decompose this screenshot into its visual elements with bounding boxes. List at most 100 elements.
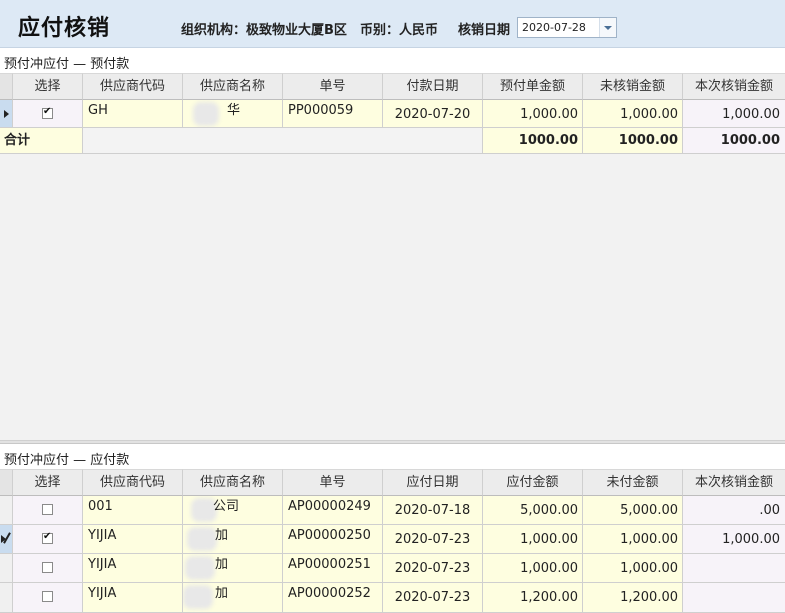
doc-no-cell[interactable]: AP00000252 — [283, 583, 383, 613]
prepay-section-title: 预付冲应付 — 预付款 — [4, 57, 130, 72]
unpaid-amount-cell[interactable]: 1,000.00 — [583, 554, 683, 583]
select-cell[interactable] — [13, 100, 83, 128]
payable-amount-cell[interactable]: 5,000.00 — [483, 496, 583, 525]
table-row[interactable]: YIJIA 加 AP00000252 2020-07-23 1,200.00 1… — [0, 583, 785, 613]
supplier-name-cell[interactable]: 公司 — [183, 496, 283, 525]
doc-no-cell[interactable]: AP00000249 — [283, 496, 383, 525]
select-cell[interactable] — [13, 496, 83, 525]
doc-no-cell[interactable]: PP000059 — [283, 100, 383, 128]
current-amount-cell[interactable] — [683, 583, 785, 613]
col-header-payable-amount[interactable]: 应付金额 — [483, 469, 583, 496]
row-checkbox[interactable] — [42, 504, 53, 515]
row-indicator[interactable] — [0, 525, 13, 554]
col-header-pay-date[interactable]: 付款日期 — [383, 73, 483, 100]
total-spacer — [83, 128, 483, 154]
row-indicator-header — [0, 469, 13, 496]
row-checkbox[interactable] — [42, 591, 53, 602]
col-header-unpaid-amount[interactable]: 未付金额 — [583, 469, 683, 496]
col-header-select[interactable]: 选择 — [13, 469, 83, 496]
col-header-current-amount[interactable]: 本次核销金额 — [683, 469, 785, 496]
row-indicator[interactable] — [0, 583, 13, 613]
col-header-current-amount[interactable]: 本次核销金额 — [683, 73, 785, 100]
col-header-select[interactable]: 选择 — [13, 73, 83, 100]
org-field: 组织机构：极致物业大厦B区 — [181, 19, 347, 38]
edit-pencil-icon — [3, 532, 11, 544]
pay-date-cell[interactable]: 2020-07-20 — [383, 100, 483, 128]
redacted-blur — [185, 556, 215, 580]
row-checkbox[interactable] — [42, 106, 53, 119]
row-indicator[interactable] — [0, 496, 13, 525]
row-checkbox[interactable] — [42, 562, 53, 573]
col-header-supplier-code[interactable]: 供应商代码 — [83, 73, 183, 100]
redacted-blur — [183, 585, 213, 609]
supplier-code-cell[interactable]: 001 — [83, 496, 183, 525]
table-row[interactable]: YIJIA 加 AP00000250 2020-07-23 1,000.00 1… — [0, 525, 785, 554]
supplier-name-cell[interactable]: 华 — [183, 100, 283, 128]
supplier-name-text: 加 — [215, 528, 229, 543]
current-amount-cell[interactable] — [683, 554, 785, 583]
supplier-name-text: 公司 — [213, 499, 240, 514]
current-amount-cell[interactable]: .00 — [683, 496, 785, 525]
payable-amount-cell[interactable]: 1,200.00 — [483, 583, 583, 613]
select-cell[interactable] — [13, 554, 83, 583]
settle-date-value: 2020-07-28 — [522, 21, 586, 34]
unpaid-amount-cell[interactable]: 1,200.00 — [583, 583, 683, 613]
payable-amount-cell[interactable]: 1,000.00 — [483, 554, 583, 583]
doc-no-cell[interactable]: AP00000250 — [283, 525, 383, 554]
payable-date-cell[interactable]: 2020-07-23 — [383, 583, 483, 613]
supplier-code-cell[interactable]: GH — [83, 100, 183, 128]
col-header-doc-no[interactable]: 单号 — [283, 73, 383, 100]
currency-value: 人民币 — [399, 23, 439, 38]
table-row[interactable]: GH 华 PP000059 2020-07-20 1,000.00 1,000.… — [0, 100, 785, 128]
supplier-name-text: 加 — [215, 557, 229, 572]
current-row-arrow-icon — [4, 110, 9, 118]
select-cell[interactable] — [13, 583, 83, 613]
payable-date-cell[interactable]: 2020-07-23 — [383, 525, 483, 554]
pane-splitter[interactable] — [0, 441, 785, 444]
total-unsettled-amount: 1000.00 — [583, 128, 683, 154]
prepay-amount-cell[interactable]: 1,000.00 — [483, 100, 583, 128]
current-amount-cell[interactable]: 1,000.00 — [683, 100, 785, 128]
chevron-down-icon[interactable] — [599, 18, 616, 37]
supplier-name-cell[interactable]: 加 — [183, 554, 283, 583]
redacted-blur — [187, 527, 217, 551]
table-row[interactable]: YIJIA 加 AP00000251 2020-07-23 1,000.00 1… — [0, 554, 785, 583]
total-row: 合计 1000.00 1000.00 1000.00 — [0, 128, 785, 154]
col-header-supplier-name[interactable]: 供应商名称 — [183, 73, 283, 100]
table-row[interactable]: 001 公司 AP00000249 2020-07-18 5,000.00 5,… — [0, 496, 785, 525]
unsettled-amount-cell[interactable]: 1,000.00 — [583, 100, 683, 128]
payable-date-cell[interactable]: 2020-07-18 — [383, 496, 483, 525]
supplier-code-cell[interactable]: YIJIA — [83, 554, 183, 583]
col-header-payable-date[interactable]: 应付日期 — [383, 469, 483, 496]
org-label: 组织机构： — [181, 23, 247, 38]
col-header-doc-no[interactable]: 单号 — [283, 469, 383, 496]
header-bar: 应付核销 组织机构：极致物业大厦B区 币别：人民币 核销日期 2020-07-2… — [0, 0, 785, 48]
col-header-unsettled-amount[interactable]: 未核销金额 — [583, 73, 683, 100]
payable-section-title: 预付冲应付 — 应付款 — [4, 453, 130, 468]
org-value: 极致物业大厦B区 — [246, 23, 347, 38]
supplier-code-cell[interactable]: YIJIA — [83, 525, 183, 554]
col-header-prepay-amount[interactable]: 预付单金额 — [483, 73, 583, 100]
supplier-code-cell[interactable]: YIJIA — [83, 583, 183, 613]
doc-no-cell[interactable]: AP00000251 — [283, 554, 383, 583]
row-indicator[interactable] — [0, 554, 13, 583]
supplier-name-cell[interactable]: 加 — [183, 525, 283, 554]
select-cell[interactable] — [13, 525, 83, 554]
currency-field: 币别：人民币 — [360, 19, 438, 38]
prepay-grid-empty-area — [0, 154, 785, 441]
payable-date-cell[interactable]: 2020-07-23 — [383, 554, 483, 583]
unpaid-amount-cell[interactable]: 5,000.00 — [583, 496, 683, 525]
row-checkbox[interactable] — [42, 531, 53, 544]
settle-date-picker[interactable]: 2020-07-28 — [517, 17, 617, 38]
total-prepay-amount: 1000.00 — [483, 128, 583, 154]
total-current-amount: 1000.00 — [683, 128, 785, 154]
unpaid-amount-cell[interactable]: 1,000.00 — [583, 525, 683, 554]
col-header-supplier-name[interactable]: 供应商名称 — [183, 469, 283, 496]
supplier-name-text: 华 — [227, 103, 241, 118]
supplier-name-cell[interactable]: 加 — [183, 583, 283, 613]
payable-grid-header: 选择 供应商代码 供应商名称 单号 应付日期 应付金额 未付金额 本次核销金额 — [0, 469, 785, 496]
col-header-supplier-code[interactable]: 供应商代码 — [83, 469, 183, 496]
current-amount-cell[interactable]: 1,000.00 — [683, 525, 785, 554]
payable-amount-cell[interactable]: 1,000.00 — [483, 525, 583, 554]
row-indicator[interactable] — [0, 100, 13, 128]
